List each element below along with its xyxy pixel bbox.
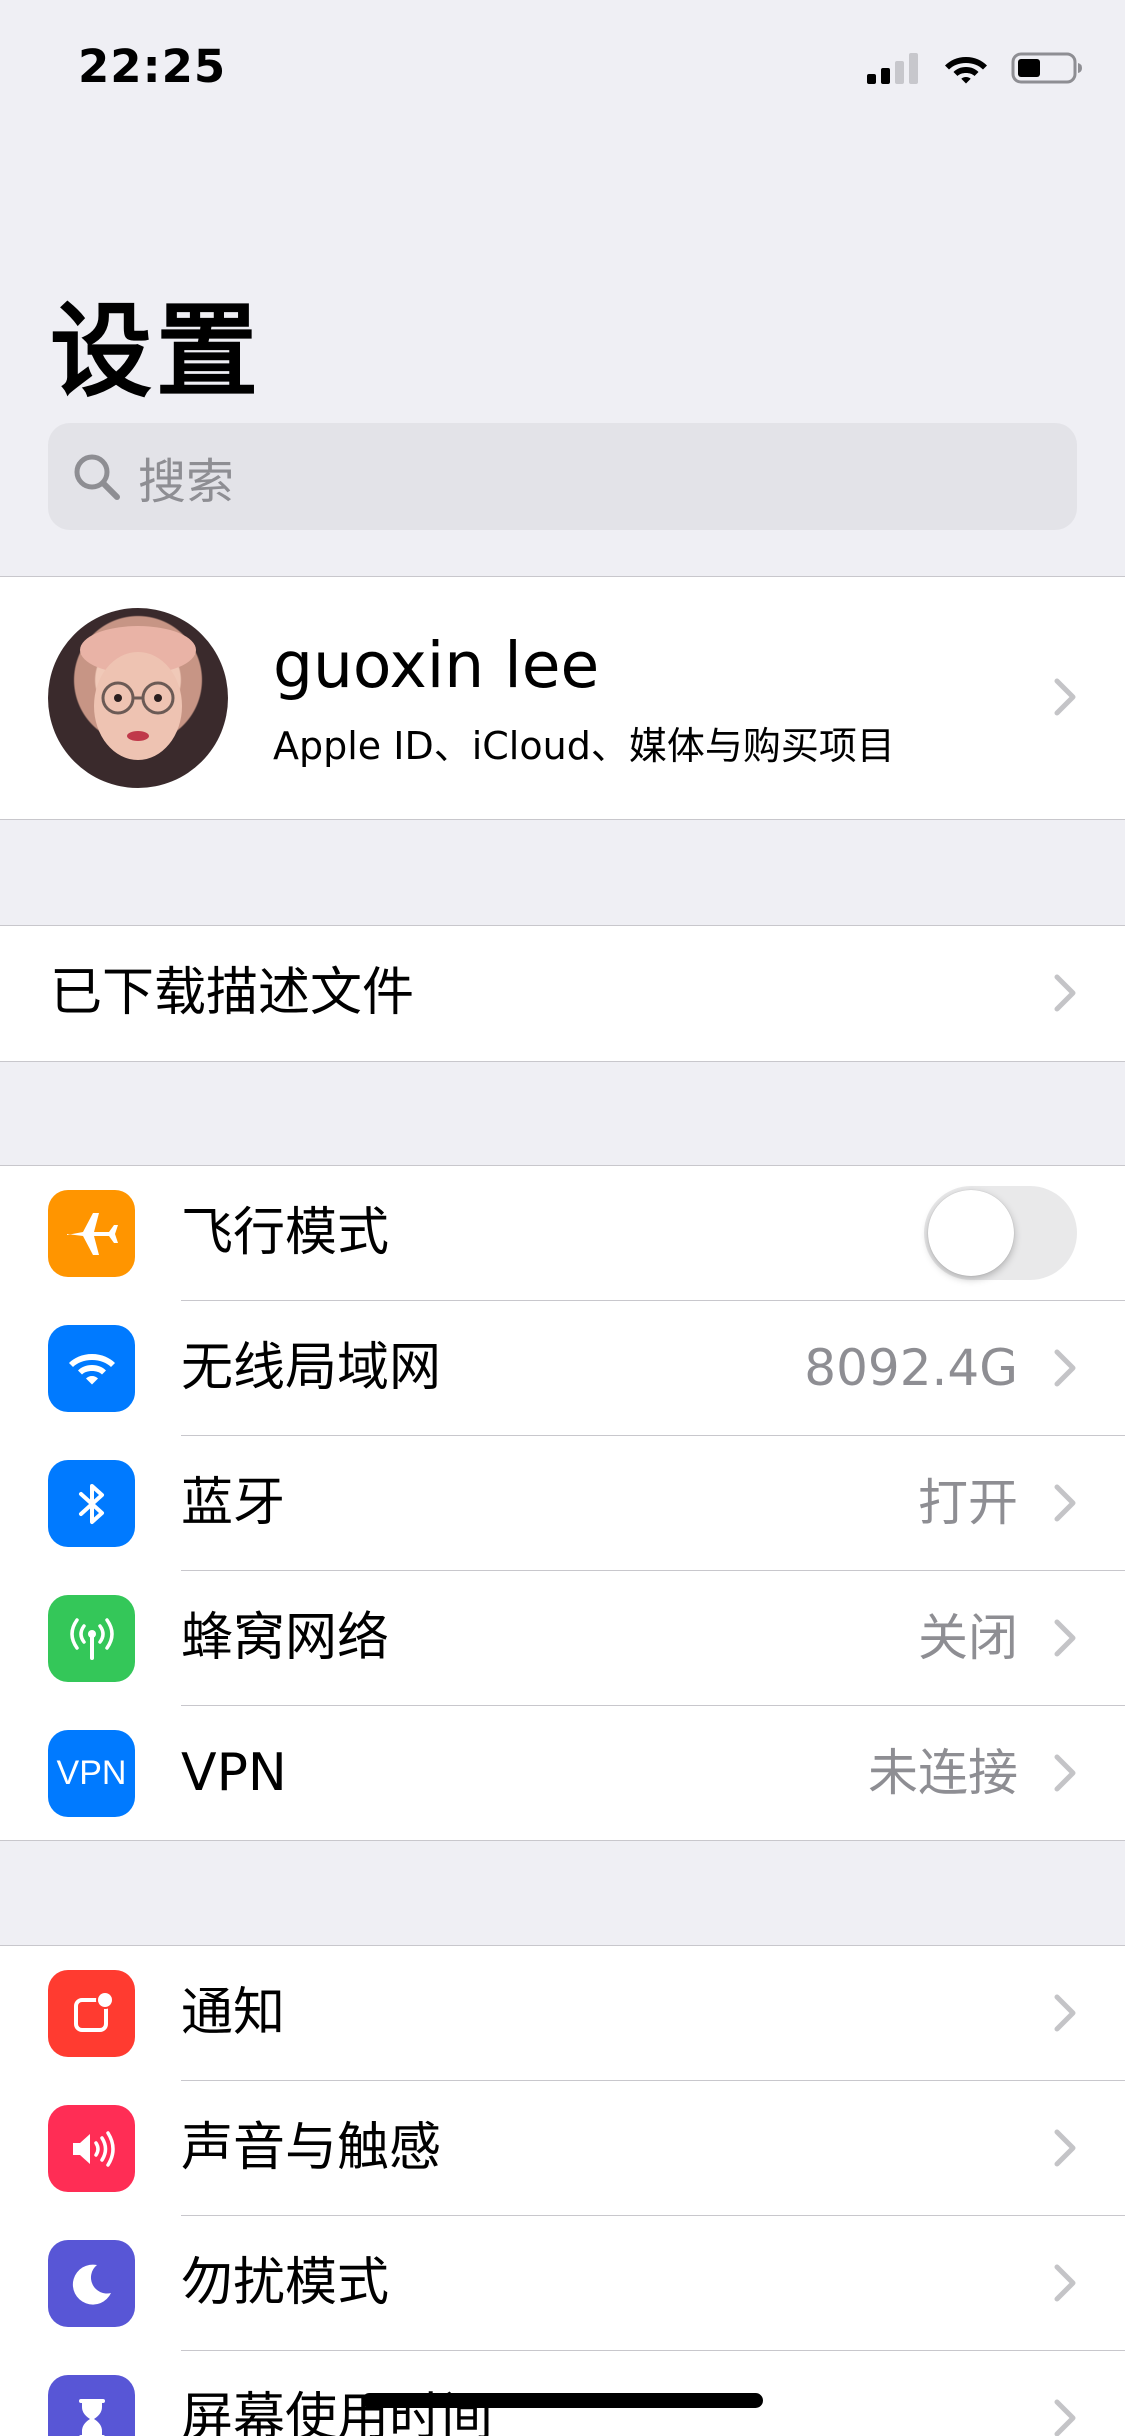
vpn-label: VPN	[181, 1743, 287, 1803]
connectivity-group: 飞行模式 无线局域网 8092.4G 蓝牙 打开 蜂窝网络 关闭 VPN VPN…	[0, 1165, 1125, 1841]
cellular-label: 蜂窝网络	[181, 1608, 390, 1668]
status-icons	[867, 48, 1083, 88]
chevron-right-icon	[1054, 1754, 1076, 1792]
status-time: 22:25	[78, 40, 227, 93]
avatar	[48, 608, 228, 788]
wifi-icon	[945, 57, 987, 84]
profile-cell[interactable]: guoxin lee Apple ID、iCloud、媒体与购买项目	[0, 576, 1125, 820]
search-bar[interactable]: 搜索	[48, 423, 1077, 530]
vpn-value: 未连接	[868, 1744, 1018, 1802]
bluetooth-label: 蓝牙	[181, 1473, 286, 1533]
chevron-right-icon	[1054, 678, 1076, 716]
chevron-right-icon	[1054, 2129, 1076, 2167]
vpn-row[interactable]: VPN VPN 未连接	[0, 1706, 1125, 1841]
avatar-image	[80, 626, 196, 760]
wifi-icon	[48, 1325, 135, 1412]
hourglass-icon	[48, 2375, 135, 2436]
cellular-signal-icon	[867, 53, 918, 84]
battery-icon	[1011, 52, 1082, 84]
notifications-label: 通知	[181, 1983, 286, 2043]
vpn-icon-text: VPN	[56, 1754, 127, 1792]
bluetooth-icon	[48, 1460, 135, 1547]
sound-label: 声音与触感	[181, 2118, 442, 2178]
search-input[interactable]: 搜索	[138, 442, 234, 512]
airplane-mode-label: 飞行模式	[181, 1203, 390, 1263]
chevron-right-icon	[1054, 1484, 1076, 1522]
chevron-right-icon	[1054, 1619, 1076, 1657]
bluetooth-row[interactable]: 蓝牙 打开	[0, 1436, 1125, 1571]
search-icon	[74, 454, 120, 500]
page-title: 设置	[50, 293, 262, 412]
sound-row[interactable]: 声音与触感	[0, 2081, 1125, 2216]
downloaded-profile-group: 已下载描述文件	[0, 925, 1125, 1062]
chevron-right-icon	[1054, 974, 1076, 1012]
general-group: 通知 声音与触感 勿扰模式 屏幕使用时间	[0, 1945, 1125, 2436]
chevron-right-icon	[1054, 2399, 1076, 2436]
wifi-row[interactable]: 无线局域网 8092.4G	[0, 1301, 1125, 1436]
do-not-disturb-row[interactable]: 勿扰模式	[0, 2216, 1125, 2351]
bluetooth-value: 打开	[918, 1474, 1018, 1532]
cellular-value: 关闭	[918, 1609, 1018, 1667]
wifi-value: 8092.4G	[804, 1339, 1018, 1397]
wifi-label: 无线局域网	[181, 1338, 442, 1398]
notifications-icon	[48, 1970, 135, 2057]
chevron-right-icon	[1054, 1994, 1076, 2032]
chevron-right-icon	[1054, 1349, 1076, 1387]
airplane-mode-row: 飞行模式	[0, 1166, 1125, 1301]
cellular-row[interactable]: 蜂窝网络 关闭	[0, 1571, 1125, 1706]
chevron-right-icon	[1054, 2264, 1076, 2302]
sound-icon	[48, 2105, 135, 2192]
cellular-antenna-icon	[48, 1595, 135, 1682]
status-bar: 22:25	[0, 0, 1125, 132]
airplane-mode-toggle[interactable]	[924, 1186, 1077, 1280]
vpn-icon: VPN	[48, 1730, 135, 1817]
do-not-disturb-label: 勿扰模式	[181, 2253, 390, 2313]
moon-icon	[48, 2240, 135, 2327]
toggle-knob	[928, 1190, 1014, 1276]
downloaded-profile-label: 已下载描述文件	[50, 963, 415, 1023]
profile-subtitle: Apple ID、iCloud、媒体与购买项目	[273, 724, 895, 768]
downloaded-profile-row[interactable]: 已下载描述文件	[0, 926, 1125, 1061]
airplane-icon	[48, 1190, 135, 1277]
home-indicator[interactable]	[362, 2393, 763, 2408]
profile-name: guoxin lee	[273, 629, 600, 702]
notifications-row[interactable]: 通知	[0, 1946, 1125, 2081]
